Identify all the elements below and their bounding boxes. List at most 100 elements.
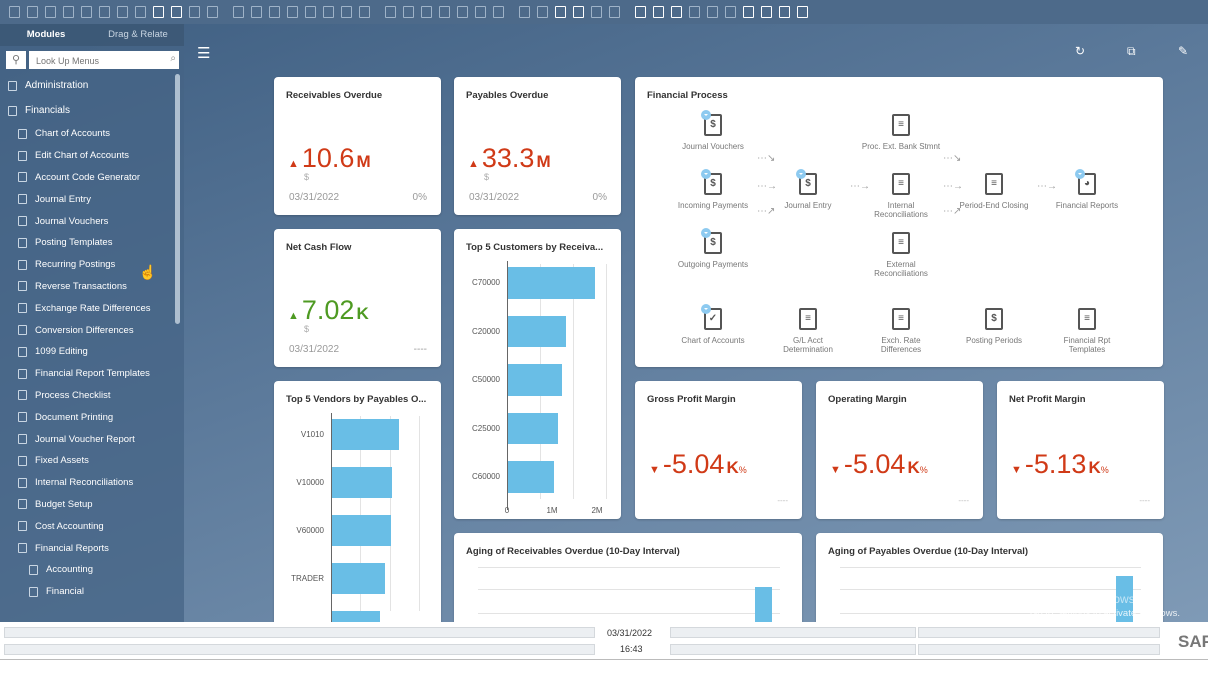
sidebar-item[interactable]: Financial Report Templates: [0, 363, 184, 385]
process-node[interactable]: ✓ Chart of Accounts: [673, 304, 753, 345]
process-node[interactable]: $ Outgoing Payments: [673, 228, 753, 269]
sidebar-scrollbar[interactable]: [175, 74, 180, 324]
refresh-icon[interactable]: [302, 4, 319, 20]
process-node[interactable]: $ Posting Periods: [954, 308, 1034, 345]
process-node[interactable]: ≡ G/L Acct Determination: [768, 308, 848, 354]
layout-icon[interactable]: [400, 4, 417, 20]
launch-icon[interactable]: [740, 4, 757, 20]
sidebar-item[interactable]: Cost Accounting: [0, 515, 184, 537]
bar[interactable]: [332, 515, 391, 547]
find-icon[interactable]: [186, 4, 203, 20]
help-settings-icon[interactable]: [704, 4, 721, 20]
sidebar-item[interactable]: Edit Chart of Accounts: [0, 145, 184, 167]
search-icon[interactable]: ⌕: [170, 53, 176, 64]
sidebar-item[interactable]: Administration: [0, 73, 184, 98]
bar[interactable]: [508, 412, 558, 445]
dropdown-badge-icon[interactable]: [796, 169, 806, 179]
kpi-card-operating[interactable]: Operating Margin ▼ -5.04 K% ----: [816, 381, 983, 519]
alerts-icon[interactable]: [606, 4, 623, 20]
sidebar-item[interactable]: Posting Templates: [0, 232, 184, 254]
sidebar-item[interactable]: Process Checklist: [0, 385, 184, 407]
tab-modules[interactable]: Modules: [0, 24, 92, 46]
sidebar-item[interactable]: Journal Entry: [0, 188, 184, 210]
sidebar-item[interactable]: Financial: [0, 581, 184, 603]
dropdown-badge-icon[interactable]: [701, 110, 711, 120]
process-node[interactable]: ◕ Financial Reports: [1047, 169, 1127, 210]
process-node[interactable]: $ Incoming Payments: [673, 169, 753, 210]
sidebar-item[interactable]: Accounting: [0, 559, 184, 581]
word-icon[interactable]: [114, 4, 131, 20]
bar[interactable]: [332, 467, 393, 499]
sidebar-item[interactable]: Internal Reconciliations: [0, 472, 184, 494]
messages-icon[interactable]: [552, 4, 569, 20]
sidebar-item[interactable]: Journal Vouchers: [0, 210, 184, 232]
email-icon[interactable]: [60, 4, 77, 20]
bar[interactable]: [332, 611, 381, 622]
lock-icon[interactable]: [168, 4, 185, 20]
hamburger-menu-icon[interactable]: ☰: [197, 44, 210, 62]
pencil-icon[interactable]: [516, 4, 533, 20]
refresh-icon[interactable]: ↻: [1075, 44, 1085, 58]
bar[interactable]: [508, 461, 554, 493]
kpi-card-gross[interactable]: Gross Profit Margin ▼ -5.04 K% ----: [635, 381, 802, 519]
kpi-card-payables[interactable]: Payables Overdue ▲ 33.3 M $03/31/2022 0%: [454, 77, 621, 215]
sort-icon[interactable]: [338, 4, 355, 20]
sidebar-item[interactable]: Exchange Rate Differences: [0, 297, 184, 319]
target-document-icon[interactable]: [382, 4, 399, 20]
gross-profit-icon[interactable]: [436, 4, 453, 20]
excel-icon[interactable]: [96, 4, 113, 20]
calculator-icon[interactable]: [650, 4, 667, 20]
add-icon[interactable]: [204, 4, 221, 20]
sidebar-item[interactable]: Conversion Differences: [0, 319, 184, 341]
previous-record-icon[interactable]: [248, 4, 265, 20]
sidebar-item[interactable]: Journal Voucher Report: [0, 428, 184, 450]
outbox-icon[interactable]: [588, 4, 605, 20]
kpi-card-net[interactable]: Net Profit Margin ▼ -5.13 K% ----: [997, 381, 1164, 519]
help-icon[interactable]: [794, 4, 811, 20]
move-icon[interactable]: [150, 4, 167, 20]
aging-receivables-chart[interactable]: Aging of Receivables Overdue (10-Day Int…: [454, 533, 802, 622]
filter-icon[interactable]: [320, 4, 337, 20]
bar[interactable]: [754, 587, 772, 622]
next-record-icon[interactable]: [266, 4, 283, 20]
sidebar-item[interactable]: Financials: [0, 98, 184, 123]
process-node[interactable]: ≡ Exch. Rate Differences: [861, 308, 941, 354]
print-icon[interactable]: [24, 4, 41, 20]
bar[interactable]: [508, 315, 567, 348]
base-document-icon[interactable]: [356, 4, 373, 20]
key-icon[interactable]: ⚲: [6, 51, 26, 69]
process-node[interactable]: $ Journal Entry: [768, 169, 848, 210]
inbox-icon[interactable]: [570, 4, 587, 20]
payment-means-icon[interactable]: [418, 4, 435, 20]
process-node[interactable]: $ Journal Vouchers: [673, 110, 753, 151]
dropdown-badge-icon[interactable]: [701, 304, 711, 314]
open-window-icon[interactable]: ⧉: [1127, 44, 1136, 59]
bar[interactable]: [508, 267, 595, 299]
financial-process-card[interactable]: Financial Process $ Journal Vouchers $ Incom…: [635, 77, 1163, 367]
process-node[interactable]: ≡ Financial Rpt Templates: [1047, 308, 1127, 354]
grid-icon[interactable]: [722, 4, 739, 20]
print-preview-icon[interactable]: [6, 4, 23, 20]
bar[interactable]: [332, 419, 400, 451]
export-icon[interactable]: [42, 4, 59, 20]
sidebar-item[interactable]: Chart of Accounts: [0, 123, 184, 145]
lookup-menus-input[interactable]: [29, 52, 179, 70]
dropdown-badge-icon[interactable]: [1075, 169, 1085, 179]
top-customers-chart[interactable]: Top 5 Customers by Receiva... C70000 C2000…: [454, 229, 621, 519]
kpi-card-netcash[interactable]: Net Cash Flow ▲ 7.02 K $03/31/2022 ----: [274, 229, 441, 367]
process-node[interactable]: ≡ Period-End Closing: [954, 173, 1034, 210]
bar[interactable]: [332, 563, 385, 595]
bar[interactable]: [508, 364, 562, 396]
top-vendors-chart[interactable]: Top 5 Vendors by Payables O... V1010 V1000…: [274, 381, 441, 622]
sidebar-item[interactable]: Account Code Generator: [0, 167, 184, 189]
journal-icon[interactable]: [472, 4, 489, 20]
first-record-icon[interactable]: [230, 4, 247, 20]
edit-icon[interactable]: ✎: [1178, 44, 1188, 58]
calendar-icon[interactable]: [632, 4, 649, 20]
volume-weight-icon[interactable]: [454, 4, 471, 20]
sidebar-item[interactable]: Financial Reports: [0, 537, 184, 559]
stamp-icon[interactable]: [686, 4, 703, 20]
fax-icon[interactable]: [78, 4, 95, 20]
dropdown-badge-icon[interactable]: [701, 228, 711, 238]
edit-form-icon[interactable]: [758, 4, 775, 20]
